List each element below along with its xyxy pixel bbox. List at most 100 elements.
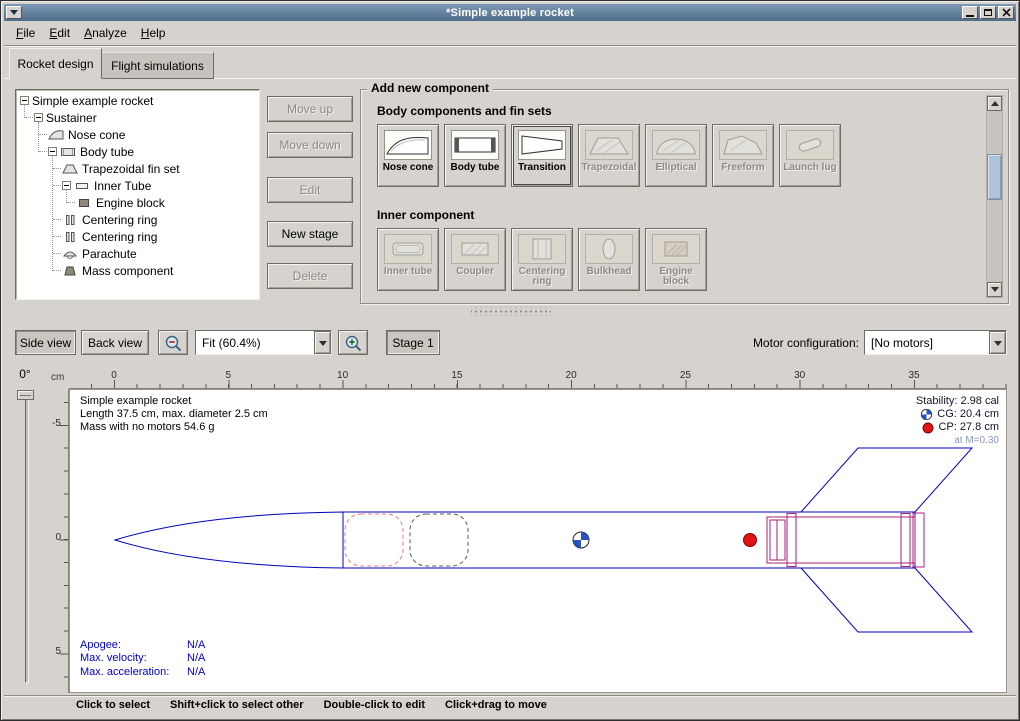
back-view-button[interactable]: Back view	[81, 330, 149, 355]
rocket-figure-canvas[interactable]: Simple example rocket Length 37.5 cm, ma…	[69, 389, 1007, 693]
rocket-dimensions-text: Length 37.5 cm, max. diameter 2.5 cm	[80, 408, 268, 421]
menu-edit[interactable]: Edit	[43, 24, 78, 42]
motor-configuration-combo[interactable]: [No motors]	[864, 330, 1007, 355]
fin-set-icon	[62, 163, 78, 174]
cp-marker[interactable]	[744, 534, 757, 547]
scroll-up-button[interactable]	[987, 96, 1002, 111]
tree-item-parachute[interactable]: Parachute	[16, 245, 259, 262]
splitter-grip[interactable]	[471, 307, 551, 316]
cp-text: CP: 27.8 cm	[938, 421, 999, 434]
tree-item-engine-block[interactable]: Engine block	[16, 194, 259, 211]
section-label-inner: Inner component	[377, 208, 474, 222]
close-button[interactable]	[998, 6, 1014, 19]
scroll-down-button[interactable]	[987, 282, 1002, 297]
zoom-level-combo[interactable]: Fit (60.4%)	[195, 330, 332, 355]
zoom-in-icon	[344, 334, 362, 352]
collapse-toggle-icon[interactable]	[34, 113, 43, 122]
tab-flight-simulations[interactable]: Flight simulations	[101, 52, 214, 79]
rocket-drawing	[70, 390, 1006, 692]
combo-arrow-button[interactable]	[314, 331, 331, 354]
stability-text: Stability: 2.98 cal	[916, 395, 999, 408]
combo-arrow-button[interactable]	[989, 331, 1006, 354]
rocket-info-text: Simple example rocket Length 37.5 cm, ma…	[80, 395, 268, 434]
tree-item-trapezoidal-fin-set[interactable]: Trapezoidal fin set	[16, 160, 259, 177]
add-component-group: Add new component Body components and fi…	[360, 89, 1009, 304]
body-tube-icon	[451, 130, 499, 160]
edit-button: Edit	[267, 177, 353, 203]
horizontal-ruler: 0 5 10 15 20 25 30 35	[69, 369, 1007, 389]
menu-analyze[interactable]: Analyze	[78, 24, 135, 42]
add-engine-block-button: Engine block	[645, 228, 707, 291]
tree-item-centering-ring-1[interactable]: Centering ring	[16, 211, 259, 228]
add-inner-tube-button: Inner tube	[377, 228, 439, 291]
trapezoidal-fin-icon	[585, 130, 633, 160]
maximize-button[interactable]	[980, 6, 996, 19]
vertical-ruler: -5 0 5	[47, 389, 69, 693]
rotation-slider-track[interactable]	[25, 393, 29, 683]
add-nose-cone-button[interactable]: Nose cone	[377, 124, 439, 187]
rotation-angle-label: 0°	[11, 367, 39, 381]
centering-ring-icon	[62, 231, 78, 242]
tree-item-label: Centering ring	[82, 230, 157, 244]
inner-tube-icon	[384, 234, 432, 264]
tree-item-label: Inner Tube	[94, 179, 151, 193]
tab-rocket-design[interactable]: Rocket design	[9, 48, 102, 79]
menu-help[interactable]: Help	[135, 24, 174, 42]
collapse-toggle-icon[interactable]	[48, 147, 57, 156]
collapse-toggle-icon[interactable]	[62, 181, 71, 190]
fin-lower-shape[interactable]	[801, 568, 972, 632]
tree-item-label: Parachute	[82, 247, 137, 261]
body-tube-icon	[60, 146, 76, 157]
rocket-name-text: Simple example rocket	[80, 395, 268, 408]
minimize-button[interactable]	[962, 6, 978, 19]
tree-item-nose-cone[interactable]: Nose cone	[16, 126, 259, 143]
rocket-mass-text: Mass with no motors 54.6 g	[80, 421, 268, 434]
cg-legend-icon	[920, 408, 933, 421]
nose-cone-shape[interactable]	[115, 512, 343, 568]
tree-item-mass-component[interactable]: Mass component	[16, 262, 259, 279]
component-panel-scrollbar[interactable]	[986, 95, 1003, 298]
tree-item-centering-ring-2[interactable]: Centering ring	[16, 228, 259, 245]
tree-item-sustainer[interactable]: Sustainer	[16, 109, 259, 126]
stage-1-toggle[interactable]: Stage 1	[386, 330, 440, 355]
move-up-button: Move up	[267, 96, 353, 122]
component-tree[interactable]: Simple example rocket Sustainer Nose con…	[15, 89, 260, 300]
scrollbar-thumb[interactable]	[987, 154, 1002, 200]
body-tube-shape[interactable]	[343, 512, 915, 568]
add-transition-button[interactable]: Transition	[511, 124, 573, 187]
tree-item-rocket[interactable]: Simple example rocket	[16, 92, 259, 109]
titlebar[interactable]: *Simple example rocket	[4, 4, 1016, 21]
move-down-button: Move down	[267, 132, 353, 158]
section-label-body: Body components and fin sets	[377, 104, 552, 118]
flight-data: Apogee:N/A Max. velocity:N/A Max. accele…	[80, 639, 205, 680]
window-menu-icon[interactable]	[6, 6, 22, 19]
freeform-fin-icon	[719, 130, 767, 160]
add-body-tube-button[interactable]: Body tube	[444, 124, 506, 187]
rotation-slider-thumb[interactable]	[17, 390, 34, 400]
statusbar-separator	[4, 695, 1016, 697]
side-view-button[interactable]: Side view	[15, 330, 76, 355]
collapse-toggle-icon[interactable]	[20, 96, 29, 105]
parachute-icon	[62, 248, 78, 259]
add-elliptical-fin-button: Elliptical	[645, 124, 707, 187]
add-bulkhead-button: Bulkhead	[578, 228, 640, 291]
cp-legend-icon	[922, 422, 934, 434]
zoom-out-button[interactable]	[158, 330, 188, 355]
hint-shift-click: Shift+click to select other	[170, 699, 304, 711]
ruler-unit: cm	[47, 369, 69, 389]
elliptical-fin-icon	[652, 130, 700, 160]
new-stage-button[interactable]: New stage	[267, 221, 353, 247]
tree-item-inner-tube[interactable]: Inner Tube	[16, 177, 259, 194]
mach-text: at M=0.30	[954, 434, 999, 447]
hint-double-click: Double-click to edit	[324, 699, 425, 711]
cg-marker[interactable]	[573, 532, 589, 548]
tree-item-body-tube[interactable]: Body tube	[16, 143, 259, 160]
arrow-down-icon	[991, 287, 999, 296]
hint-click-drag: Click+drag to move	[445, 699, 547, 711]
menu-file[interactable]: File	[10, 24, 43, 42]
zoom-in-button[interactable]	[338, 330, 368, 355]
nose-cone-icon	[48, 129, 64, 140]
arrow-up-icon	[991, 97, 999, 106]
tree-item-label: Simple example rocket	[32, 94, 153, 108]
fin-upper-shape[interactable]	[801, 448, 972, 512]
